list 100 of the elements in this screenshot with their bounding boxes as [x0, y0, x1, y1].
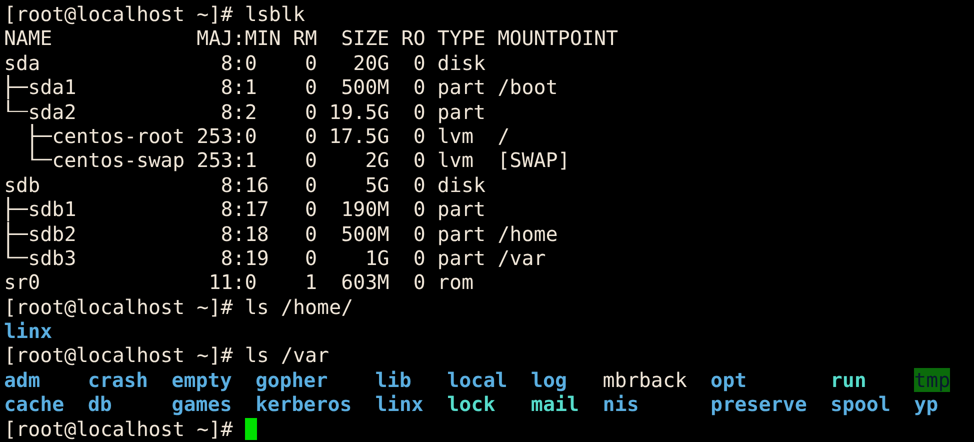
directory-name: adm — [4, 368, 40, 392]
removable-text: 0 — [305, 75, 318, 100]
removable-text: 0 — [305, 50, 318, 76]
read-only-text: 0 — [413, 270, 426, 295]
read-only-text: 0 — [413, 222, 426, 246]
device-name: centos-root — [52, 124, 185, 148]
device-size: 19.5G — [329, 100, 390, 124]
column-header: RO — [401, 26, 426, 51]
shell-prompt: [root@localhost ~]# — [4, 294, 233, 320]
mount-point: /boot — [498, 75, 558, 100]
device-size: 1G — [365, 246, 390, 270]
directory-name: mail — [530, 392, 580, 417]
file-name: mbrback — [602, 368, 688, 392]
device-number: 8:19 — [220, 246, 269, 270]
device-size: 190M — [341, 197, 390, 222]
device-name: sdb2 — [28, 222, 76, 246]
device-size: 5G — [365, 172, 390, 198]
device-size: 2G — [365, 148, 390, 173]
read-only-text: 0 — [413, 75, 426, 100]
column-header: MOUNTPOINT — [498, 26, 618, 51]
device-type: disk — [437, 172, 486, 198]
device-size: 603M — [341, 270, 390, 295]
directory-name: opt — [710, 368, 747, 392]
device-number: 8:2 — [220, 100, 257, 124]
read-only-text: 0 — [413, 100, 426, 124]
device-name: sda2 — [28, 100, 76, 124]
removable-text: 0 — [305, 246, 318, 270]
directory-name: linx — [4, 319, 52, 344]
removable-text: 0 — [305, 222, 318, 246]
device-type: part — [437, 197, 486, 222]
directory-name: nis — [602, 392, 639, 417]
directory-name: cache — [4, 392, 64, 417]
removable-text: 0 — [305, 172, 318, 198]
removable-text: 0 — [305, 124, 318, 148]
directory-name: lock — [447, 392, 496, 417]
mount-point: [SWAP] — [498, 148, 570, 173]
device-number: 11:0 — [208, 270, 257, 295]
read-only-text: 0 — [413, 50, 426, 76]
device-number: 8:18 — [220, 222, 269, 246]
device-name: sda — [4, 50, 40, 76]
device-number: 8:0 — [220, 50, 257, 76]
device-type: part — [437, 100, 486, 124]
directory-name: preserve — [710, 392, 807, 417]
column-header: MAJ:MIN — [196, 26, 281, 51]
device-number: 8:17 — [220, 197, 269, 222]
read-only-text: 0 — [413, 197, 426, 222]
read-only-text: 0 — [413, 148, 426, 173]
column-header: SIZE — [341, 26, 390, 51]
read-only-text: 0 — [413, 124, 426, 148]
device-type: lvm — [437, 148, 474, 173]
device-name: sdb1 — [28, 197, 76, 222]
device-size: 500M — [341, 222, 390, 246]
device-type: rom — [437, 270, 474, 295]
device-type: part — [437, 75, 486, 100]
device-type: part — [437, 246, 486, 270]
device-number: 8:16 — [220, 172, 269, 198]
removable-text: 0 — [305, 197, 318, 222]
read-only-text: 0 — [413, 246, 426, 270]
directory-name: local — [447, 368, 508, 392]
directory-name: linx — [375, 392, 424, 417]
device-name: sr0 — [4, 270, 40, 295]
directory-name: yp — [914, 392, 938, 417]
removable-text: 1 — [305, 270, 318, 295]
removable-text: 0 — [305, 148, 318, 173]
shell-prompt: [root@localhost ~]# — [4, 416, 233, 442]
device-type: lvm — [437, 124, 474, 148]
directory-name: run — [830, 368, 866, 392]
device-name: sdb3 — [28, 246, 76, 270]
device-type: disk — [437, 50, 486, 76]
device-size: 20G — [353, 50, 390, 76]
device-name: sdb — [4, 172, 40, 198]
command-text: ls /var — [244, 343, 330, 368]
directory-name: gopher — [255, 368, 328, 392]
directory-name: lib — [375, 368, 412, 392]
shell-prompt: [root@localhost ~]# — [4, 343, 233, 368]
device-name: centos-swap — [52, 148, 185, 173]
command-text: ls /home/ — [244, 294, 354, 320]
directory-name: kerberos — [255, 392, 352, 417]
mount-point: / — [498, 124, 510, 148]
shell-prompt: [root@localhost ~]# — [4, 2, 233, 26]
directory-name: tmp — [914, 368, 950, 392]
device-number: 253:1 — [196, 148, 257, 173]
mount-point: /home — [498, 222, 558, 246]
directory-name: log — [530, 368, 568, 392]
device-number: 8:1 — [220, 75, 257, 100]
column-header: TYPE — [437, 26, 486, 51]
removable-text: 0 — [305, 100, 318, 124]
device-name: sda1 — [28, 75, 76, 100]
directory-name: empty — [172, 368, 232, 392]
device-number: 253:0 — [196, 124, 257, 148]
column-header: RM — [292, 26, 318, 51]
device-type: part — [437, 222, 486, 246]
tree-branch-icon — [7, 197, 28, 222]
command-text: lsblk — [244, 2, 306, 26]
device-size: 17.5G — [329, 124, 390, 148]
directory-name: db — [88, 392, 112, 417]
read-only-text: 0 — [413, 172, 426, 198]
device-size: 500M — [341, 75, 390, 100]
directory-name: crash — [88, 368, 148, 392]
column-header: NAME — [4, 26, 52, 51]
